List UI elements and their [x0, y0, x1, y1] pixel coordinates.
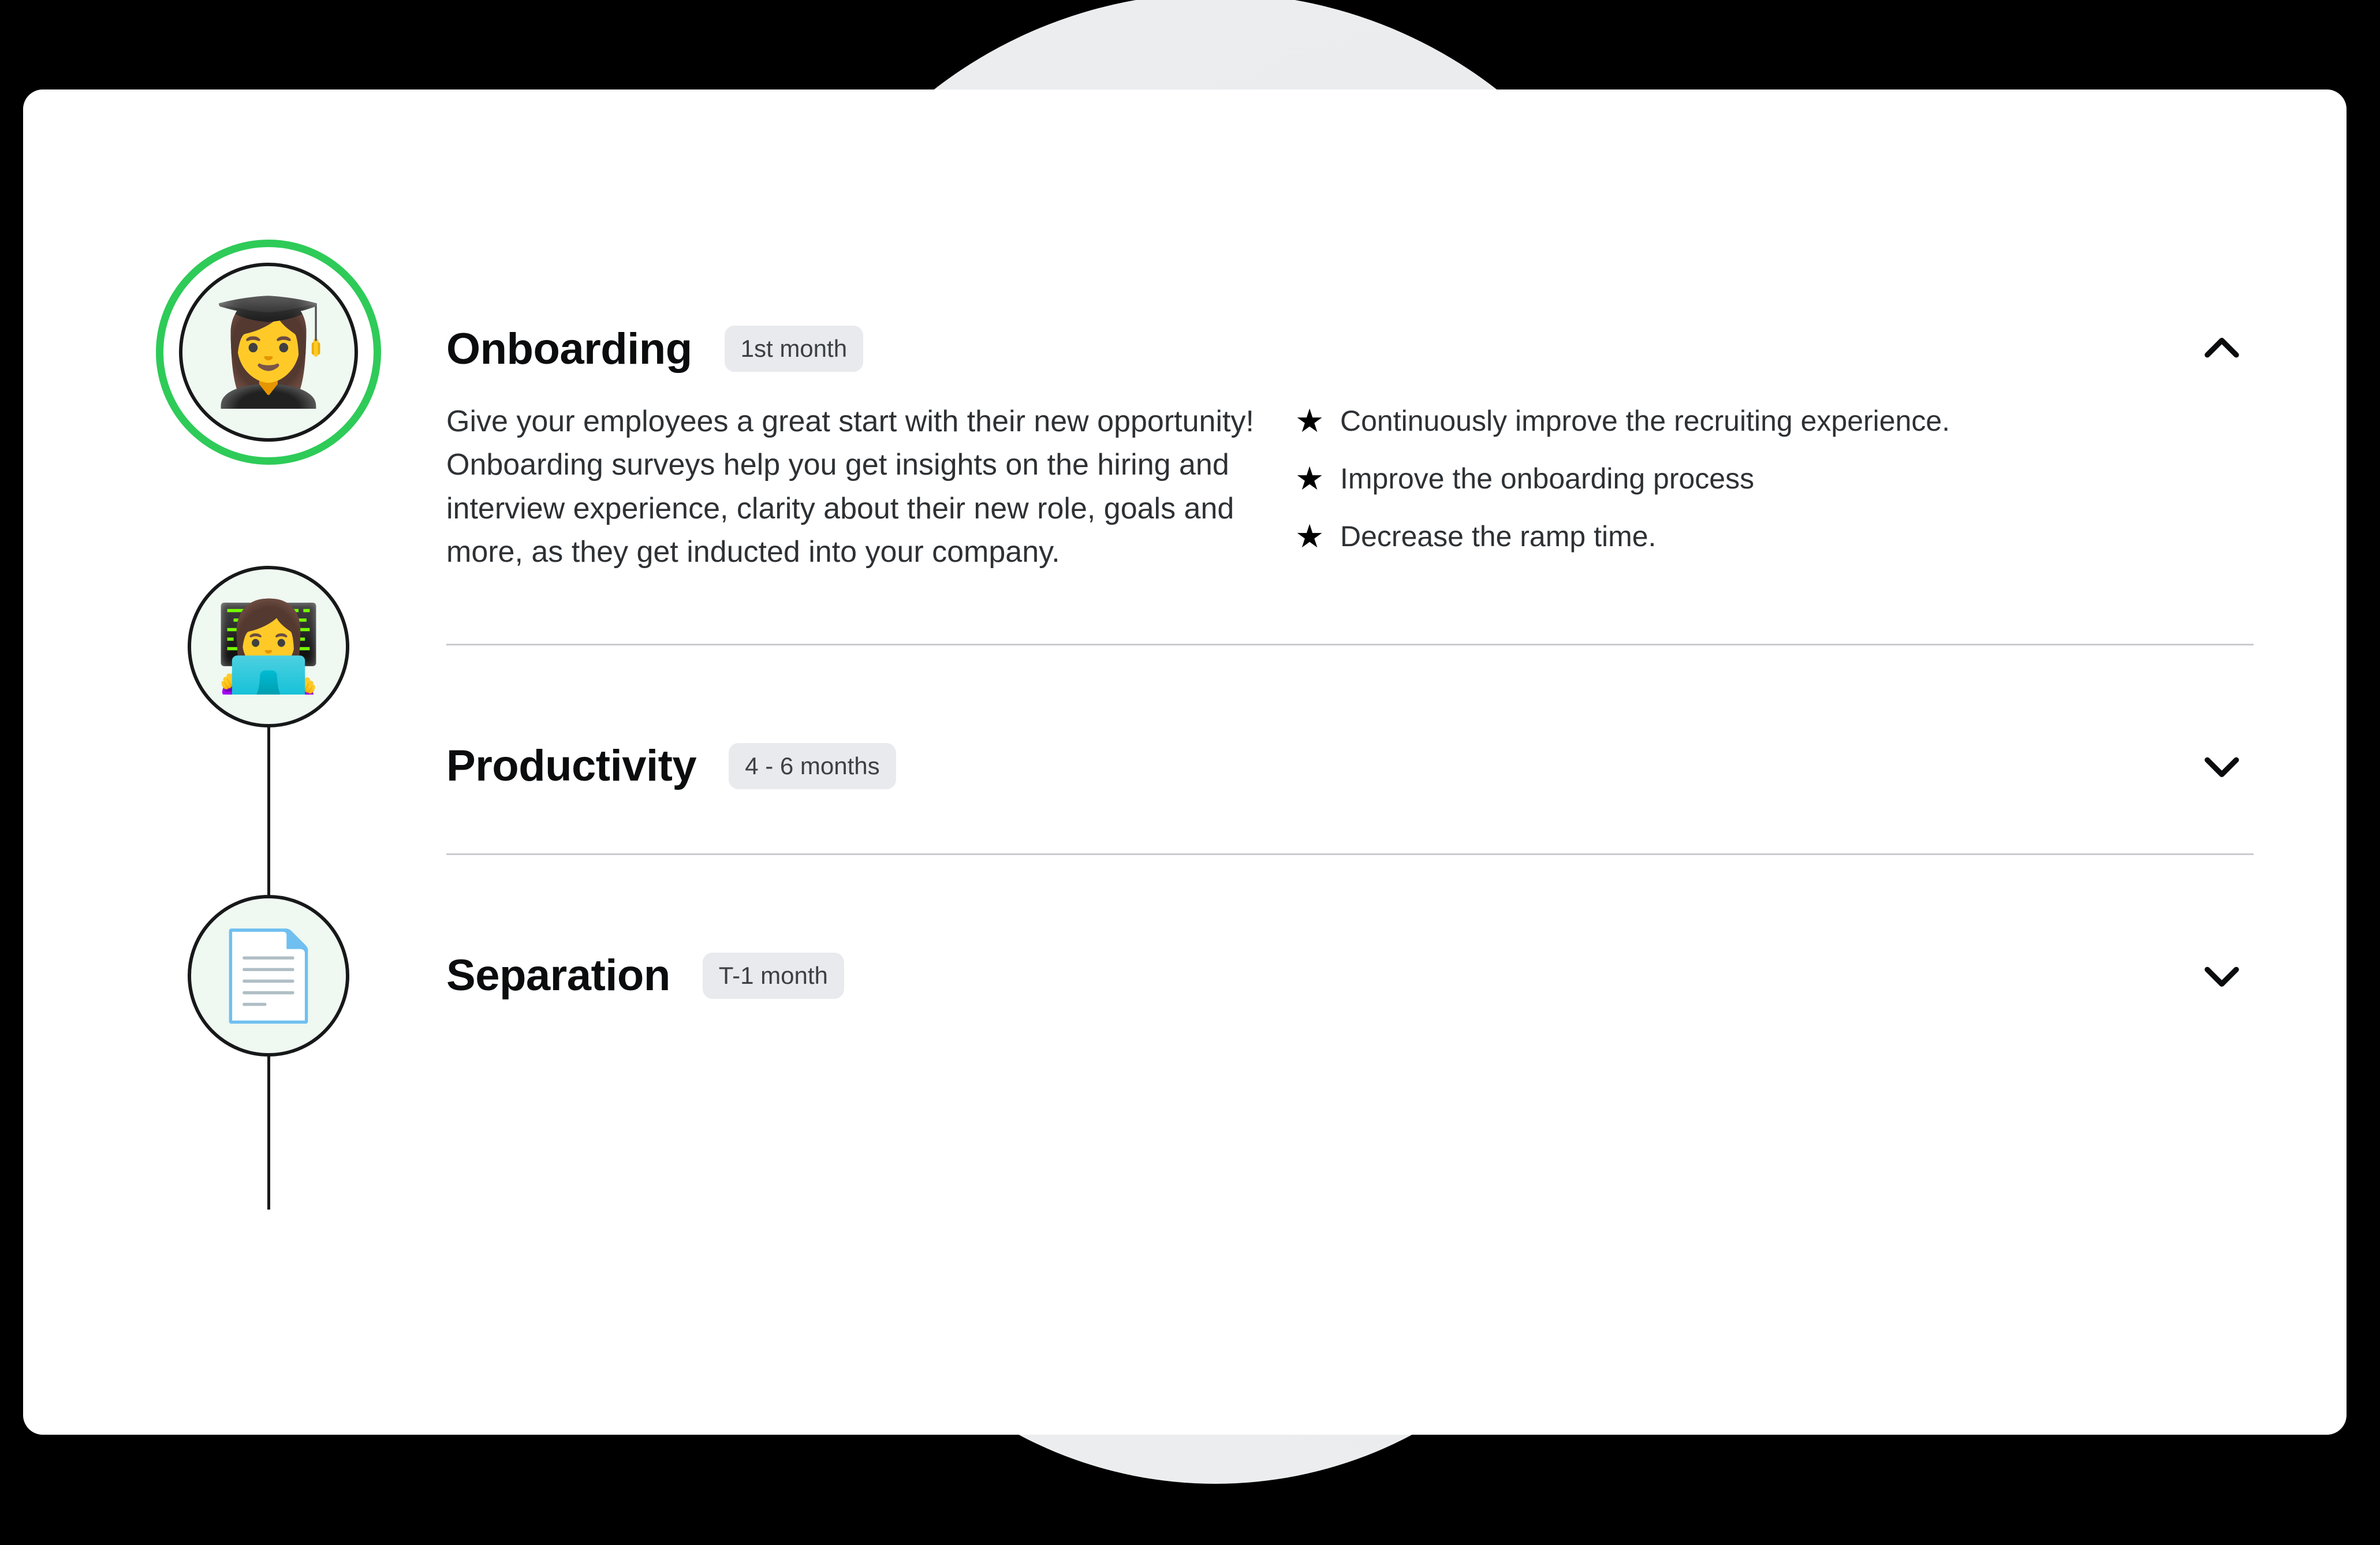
page-document-emoji: 📄: [214, 927, 323, 1024]
timeline-node-productivity[interactable]: 👩‍💻: [188, 566, 349, 727]
goal-list-item: ★ Decrease the ramp time.: [1295, 519, 2254, 554]
section-title-separation: Separation: [446, 951, 670, 1001]
goal-list-item: ★ Continuously improve the recruiting ex…: [1295, 404, 2254, 438]
star-icon: ★: [1295, 518, 1325, 554]
graduate-emoji: 👩‍🎓: [179, 263, 358, 442]
technologist-emoji: 👩‍💻: [214, 598, 323, 695]
timeline-node-onboarding[interactable]: 👩‍🎓: [156, 240, 381, 465]
section-header-productivity[interactable]: Productivity 4 - 6 months: [446, 732, 2254, 800]
section-body-onboarding: Give your employees a great start with t…: [446, 383, 2254, 574]
star-icon: ★: [1295, 460, 1325, 497]
timeline-node-separation[interactable]: 📄: [188, 895, 349, 1057]
section-divider-1: [446, 643, 2254, 645]
section-description-onboarding: Give your employees a great start with t…: [446, 405, 1254, 569]
section-divider-2: [446, 853, 2254, 855]
section-description-column: Give your employees a great start with t…: [446, 400, 1295, 574]
section-header-onboarding[interactable]: Onboarding 1st month: [446, 315, 2254, 383]
chevron-down-icon[interactable]: [2190, 734, 2254, 798]
accordion-section-separation: Separation T-1 month: [446, 942, 2254, 1010]
star-icon: ★: [1295, 402, 1325, 439]
section-title-productivity: Productivity: [446, 741, 697, 791]
goal-label: Improve the onboarding process: [1340, 462, 1755, 495]
chevron-down-icon[interactable]: [2190, 944, 2254, 1007]
employee-lifecycle-card: 👩‍🎓 👩‍💻 📄 Onboarding 1st month: [23, 89, 2347, 1435]
section-badge-onboarding: 1st month: [724, 326, 864, 372]
lifecycle-timeline: 👩‍🎓 👩‍💻 📄: [156, 240, 387, 1360]
goal-label: Continuously improve the recruiting expe…: [1340, 405, 1950, 437]
section-header-separation[interactable]: Separation T-1 month: [446, 942, 2254, 1010]
section-goals-column: ★ Continuously improve the recruiting ex…: [1295, 400, 2254, 574]
accordion-section-onboarding: Onboarding 1st month Give your employees…: [446, 315, 2254, 645]
section-title-onboarding: Onboarding: [446, 324, 692, 374]
section-badge-productivity: 4 - 6 months: [729, 742, 896, 789]
accordion-section-productivity: Productivity 4 - 6 months: [446, 732, 2254, 855]
goal-label: Decrease the ramp time.: [1340, 520, 1657, 553]
section-badge-separation: T-1 month: [702, 952, 844, 999]
lifecycle-accordion: Onboarding 1st month Give your employees…: [446, 315, 2254, 1010]
chevron-up-icon[interactable]: [2190, 317, 2254, 380]
goal-list-item: ★ Improve the onboarding process: [1295, 461, 2254, 496]
